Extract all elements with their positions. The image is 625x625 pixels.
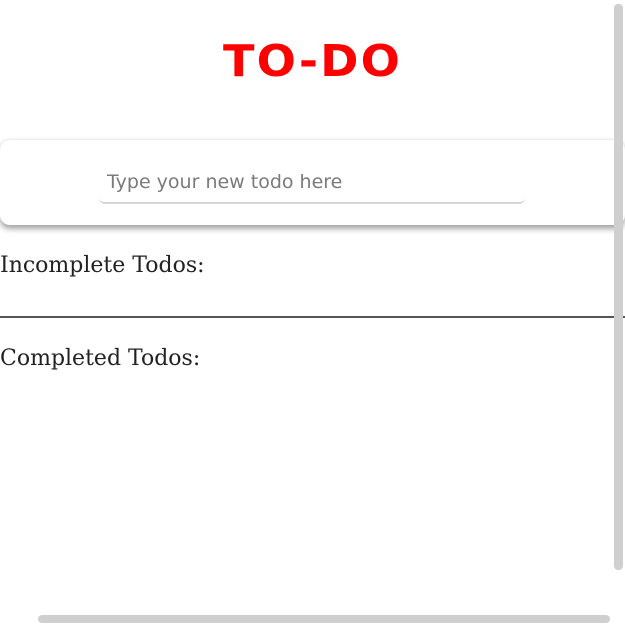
new-todo-input[interactable] bbox=[99, 162, 525, 204]
page-title: TO-DO bbox=[223, 36, 402, 87]
completed-todos-heading: Completed Todos: bbox=[0, 346, 201, 371]
vertical-scrollbar[interactable] bbox=[614, 4, 623, 570]
horizontal-scrollbar[interactable] bbox=[38, 615, 610, 623]
section-divider bbox=[0, 316, 625, 318]
todo-app: TO-DO Incomplete Todos: Completed Todos: bbox=[0, 0, 625, 625]
incomplete-todos-heading: Incomplete Todos: bbox=[0, 253, 205, 278]
new-todo-card bbox=[0, 140, 625, 225]
